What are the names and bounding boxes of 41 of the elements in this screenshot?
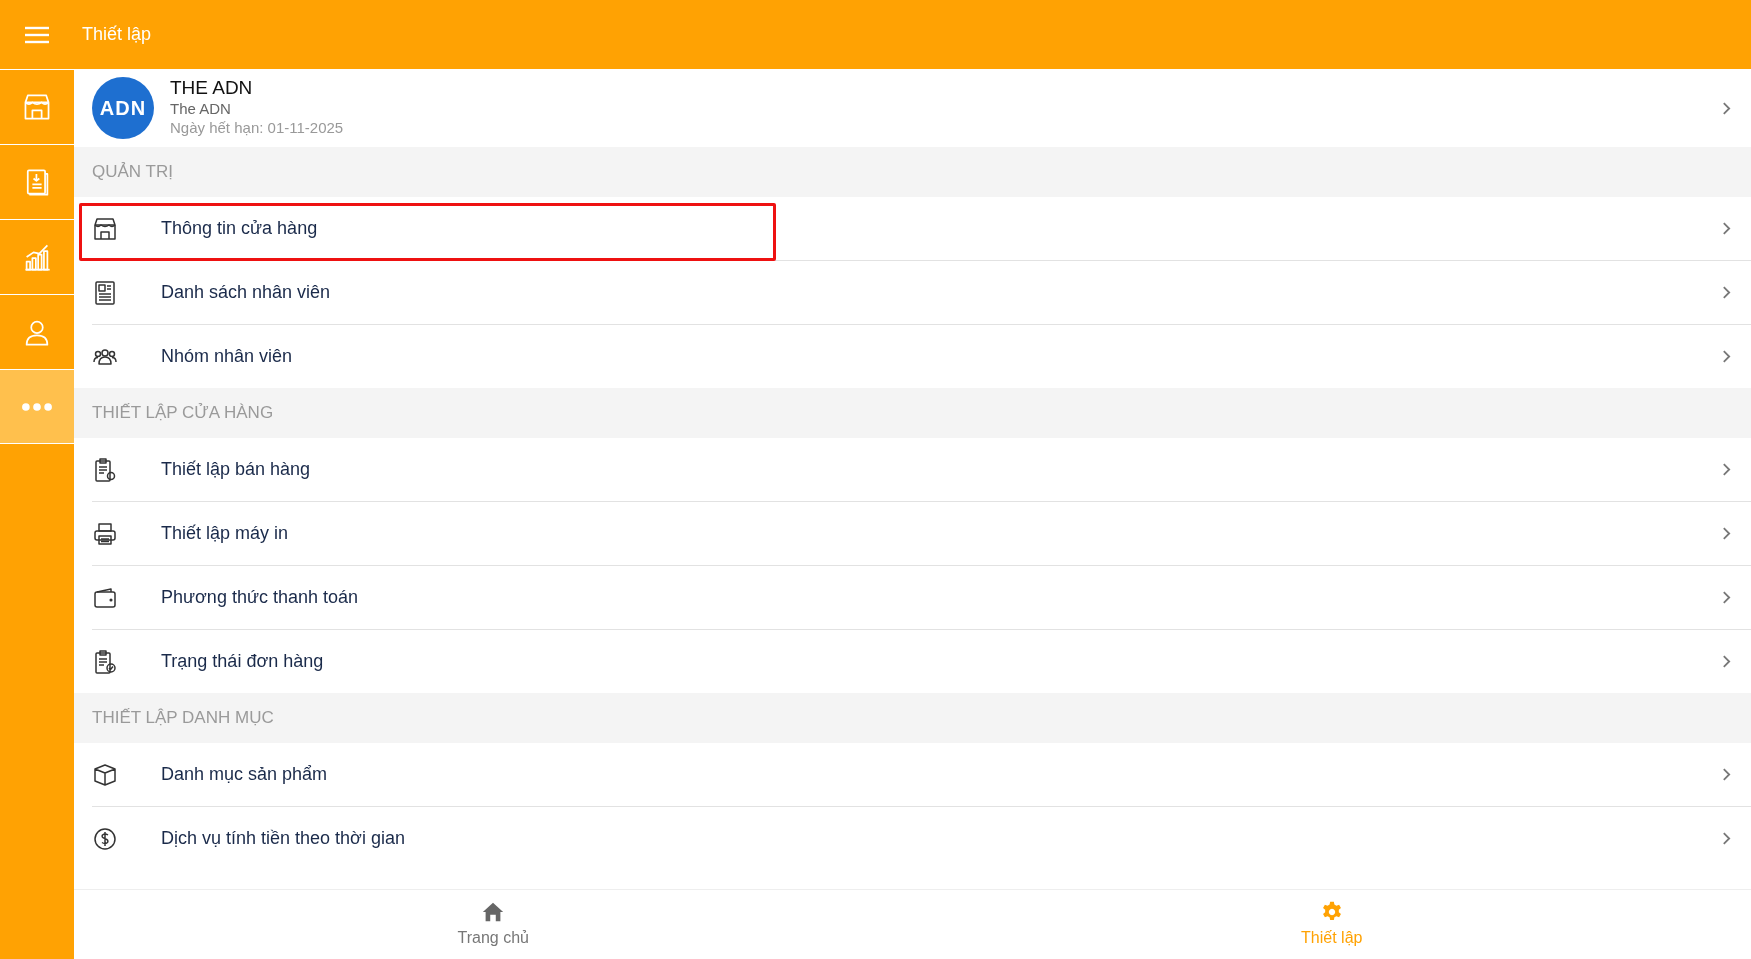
settings-row[interactable]: Thiết lập bán hàng — [74, 438, 1751, 501]
section-header: THIẾT LẬP DANH MỤC — [74, 693, 1751, 743]
bottom-nav-tab[interactable]: Trang chủ — [74, 890, 913, 959]
settings-row[interactable]: Nhóm nhân viên — [74, 325, 1751, 388]
section-header: THIẾT LẬP CỬA HÀNG — [74, 388, 1751, 438]
store-icon — [92, 215, 118, 242]
account-row[interactable]: ADN THE ADN The ADN Ngày hết hạn: 01-11-2025 — [74, 69, 1751, 147]
store-icon — [22, 92, 52, 122]
chevron-right-icon — [1722, 654, 1731, 669]
chevron-right-icon — [1722, 590, 1731, 605]
id-card-icon — [92, 279, 118, 306]
more-icon — [22, 402, 52, 411]
chevron-right-icon — [1722, 221, 1731, 236]
settings-row[interactable]: Thông tin cửa hàng — [74, 197, 1751, 260]
clipboard-gear-icon — [92, 456, 118, 483]
settings-row[interactable]: Dịch vụ tính tiền theo thời gian — [74, 807, 1751, 870]
settings-row[interactable]: Phương thức thanh toán — [74, 566, 1751, 629]
expiry-date: Ngày hết hạn: 01-11-2025 — [170, 118, 345, 138]
chevron-right-icon — [1722, 285, 1731, 300]
side-nav-button[interactable] — [0, 369, 74, 444]
account-subtitle: The ADN — [170, 98, 232, 119]
section-header: QUẢN TRỊ — [74, 147, 1751, 197]
box-icon — [92, 761, 118, 788]
dollar-circle-icon — [92, 825, 118, 852]
chevron-right-icon — [1722, 100, 1731, 116]
printer-icon — [92, 520, 118, 547]
chevron-right-icon — [1722, 831, 1731, 846]
chevron-right-icon — [1722, 462, 1731, 477]
clipboard-check-icon — [92, 648, 118, 675]
chevron-right-icon — [1722, 526, 1731, 541]
chevron-right-icon — [1722, 349, 1731, 364]
logo-badge: ADN — [92, 77, 154, 139]
chevron-right-icon — [1722, 767, 1731, 782]
account-name: THE ADN — [170, 78, 254, 99]
page-title: Thiết lập — [82, 23, 152, 46]
settings-row[interactable]: Thiết lập máy in — [74, 502, 1751, 565]
settings-row[interactable]: Danh sách nhân viên — [74, 261, 1751, 324]
settings-row[interactable]: Trạng thái đơn hàng — [74, 630, 1751, 693]
menu-icon — [25, 25, 49, 44]
settings-row[interactable]: Danh mục sản phẩm — [74, 743, 1751, 806]
chart-icon — [22, 242, 52, 272]
